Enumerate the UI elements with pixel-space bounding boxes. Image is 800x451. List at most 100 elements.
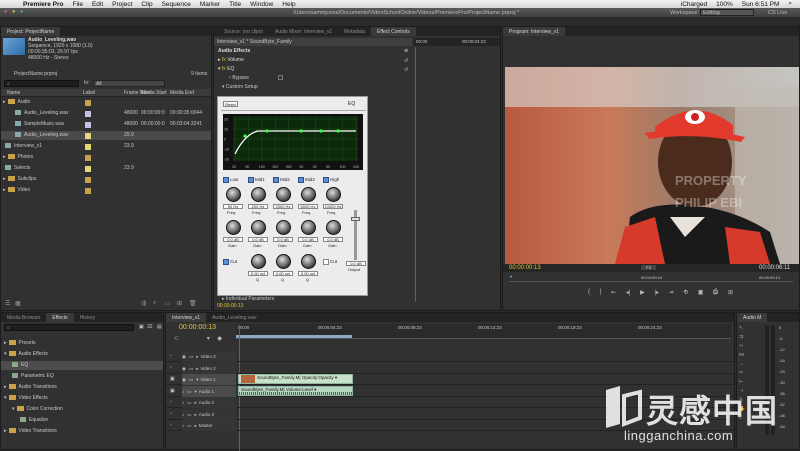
- effects-list-item[interactable]: ▸ Video Transitions: [1, 427, 163, 436]
- project-row[interactable]: ▸ Audio: [1, 98, 211, 107]
- effects-list-item[interactable]: ▸ Audio Transitions: [1, 383, 163, 392]
- project-row[interactable]: Selects 23.9: [1, 164, 211, 173]
- track-lock-icon[interactable]: ▭: [187, 389, 191, 394]
- menu-window[interactable]: Window: [250, 1, 273, 8]
- go-to-in-icon[interactable]: ⇤: [611, 289, 616, 299]
- video-clip[interactable]: SoundByte_Family.M| Opacity:Opacity ▾: [238, 374, 353, 384]
- track-visibility-icon[interactable]: ♪: [182, 389, 184, 394]
- tab-effect-controls[interactable]: Effect Controls: [371, 27, 416, 36]
- project-row[interactable]: Audio_Leveling.wav 48000 00:00:00:0 00:00:3…: [1, 109, 211, 118]
- track-lock-icon[interactable]: ▭: [187, 400, 191, 405]
- track-header[interactable]: ◉ ▭ ▸ Video 3: [182, 351, 236, 362]
- selection-tool-icon[interactable]: ↖: [739, 325, 745, 331]
- freq-knob[interactable]: [276, 187, 291, 202]
- expand-triangle-icon[interactable]: ▸: [195, 400, 197, 405]
- expand-triangle-icon[interactable]: ▸: [3, 187, 6, 193]
- volume-effect[interactable]: ▸ fx Volume: [218, 57, 244, 63]
- expand-triangle-icon[interactable]: ▾: [4, 351, 7, 357]
- menu-help[interactable]: Help: [282, 1, 295, 8]
- expand-triangle-icon[interactable]: ▸: [3, 154, 6, 160]
- ripple-edit-tool-icon[interactable]: ⇿: [739, 343, 745, 349]
- trim-icon[interactable]: ⊟: [713, 289, 718, 299]
- tab-source[interactable]: Source: (no clips): [218, 27, 269, 36]
- mark-in-icon[interactable]: {: [588, 289, 590, 299]
- expand-triangle-icon[interactable]: ▸: [4, 384, 7, 390]
- output-value[interactable]: 0.0 dB: [346, 261, 366, 266]
- label-color-swatch[interactable]: [85, 166, 91, 172]
- expand-triangle-icon[interactable]: ▸: [3, 99, 6, 105]
- multicam-icon[interactable]: ⊞: [728, 289, 733, 299]
- label-color-swatch[interactable]: [85, 111, 91, 117]
- program-video-frame[interactable]: PROPERTY PHILIP EBI: [505, 67, 799, 264]
- tab-history[interactable]: History: [74, 313, 102, 322]
- freq-value[interactable]: 50 Hz: [223, 204, 243, 209]
- freq-knob[interactable]: [226, 187, 241, 202]
- q-knob[interactable]: [301, 254, 316, 269]
- razor-tool-icon[interactable]: ✂: [739, 370, 745, 376]
- eq-band-node[interactable]: [299, 129, 303, 133]
- snap-icon[interactable]: ⊂: [174, 336, 179, 342]
- cut-toggle[interactable]: Cut: [323, 259, 337, 265]
- tab-effects[interactable]: Effects: [46, 313, 74, 322]
- expand-triangle-icon[interactable]: ▸: [4, 340, 7, 346]
- eq-graph[interactable]: 20 50 100 200 500 1K 2K 5K 10K 20K 20100-10-20: [223, 114, 363, 170]
- gain-value[interactable]: 0.0 dB: [298, 237, 318, 242]
- project-row[interactable]: ▸ Subclips: [1, 175, 211, 184]
- 32bit-filter-icon[interactable]: 32: [147, 324, 153, 330]
- cut-checkbox[interactable]: [223, 259, 229, 265]
- track-target-icon[interactable]: ▫: [170, 411, 172, 417]
- fx-badge-icon[interactable]: fx: [222, 66, 226, 72]
- expand-triangle-icon[interactable]: ▸: [195, 412, 197, 417]
- label-color-swatch[interactable]: [85, 144, 91, 150]
- ec-playhead[interactable]: [415, 47, 416, 302]
- eq-band-node[interactable]: [319, 129, 323, 133]
- gain-value[interactable]: 0.0 dB: [323, 237, 343, 242]
- column-media-start[interactable]: Media Start: [141, 90, 167, 96]
- find-icon[interactable]: ⌕: [153, 300, 156, 307]
- project-row[interactable]: Interview_v1 23.9: [1, 142, 211, 151]
- gain-value[interactable]: 0.0 dB: [223, 237, 243, 242]
- label-color-swatch[interactable]: [85, 100, 91, 106]
- menu-title[interactable]: Title: [229, 1, 241, 8]
- effects-list-item[interactable]: ▾ Color Correction: [1, 405, 163, 414]
- track-header[interactable]: ◉ ▭ ▸ Video 2: [182, 362, 236, 374]
- q-value[interactable]: 0.00 oct: [273, 271, 293, 276]
- mark-out-icon[interactable]: }: [600, 289, 602, 299]
- timeline-current-timecode[interactable]: 00:00:00:13: [179, 324, 216, 331]
- step-forward-icon[interactable]: |▸: [654, 289, 659, 299]
- expand-triangle-icon[interactable]: ▾: [196, 377, 198, 382]
- list-view-icon[interactable]: ☰: [5, 300, 10, 307]
- track-visibility-icon[interactable]: ◉: [182, 354, 186, 359]
- step-back-icon[interactable]: ◂|: [626, 289, 631, 299]
- eq-band-node[interactable]: [336, 129, 340, 133]
- expand-triangle-icon[interactable]: ▸: [196, 366, 198, 371]
- track-header[interactable]: ♪ ▭ ▾ Audio 1: [182, 385, 236, 397]
- tab-project[interactable]: Project: ProjectName: [1, 27, 61, 36]
- gain-knob[interactable]: [326, 220, 341, 235]
- menu-marker[interactable]: Marker: [200, 1, 220, 8]
- eq-band-node[interactable]: [265, 129, 269, 133]
- track-header[interactable]: ♪ ▭ ▸ Master: [182, 420, 236, 431]
- track-lock-icon[interactable]: ▭: [189, 354, 193, 359]
- menu-sequence[interactable]: Sequence: [162, 1, 191, 8]
- label-color-swatch[interactable]: [85, 133, 91, 139]
- effects-list-item[interactable]: Equalize: [1, 416, 163, 425]
- track-target-icon[interactable]: ▣: [170, 376, 175, 382]
- delete-icon[interactable]: 🗑: [189, 300, 197, 307]
- bypass-checkbox[interactable]: [278, 75, 283, 80]
- track-lock-icon[interactable]: ▭: [189, 366, 193, 371]
- project-row[interactable]: ▸ Photos: [1, 153, 211, 162]
- minimize-window-icon[interactable]: ●: [12, 9, 15, 15]
- lift-icon[interactable]: ⇡: [683, 289, 688, 299]
- program-ruler[interactable]: 00:04:59:16 00:09:59:14 ▼: [509, 274, 793, 282]
- track-target-icon[interactable]: ▫: [170, 353, 172, 359]
- menu-clip[interactable]: Clip: [141, 1, 152, 8]
- expand-triangle-icon[interactable]: ▾: [12, 406, 15, 412]
- band-enable-checkbox[interactable]: [323, 177, 329, 183]
- label-color-swatch[interactable]: [85, 155, 91, 161]
- expand-triangle-icon[interactable]: ▾: [195, 389, 197, 394]
- track-lock-icon[interactable]: ▭: [189, 377, 193, 382]
- battery-status[interactable]: iCharged: [681, 1, 707, 8]
- gain-knob[interactable]: [301, 220, 316, 235]
- freq-value[interactable]: 200 Hz: [248, 204, 268, 209]
